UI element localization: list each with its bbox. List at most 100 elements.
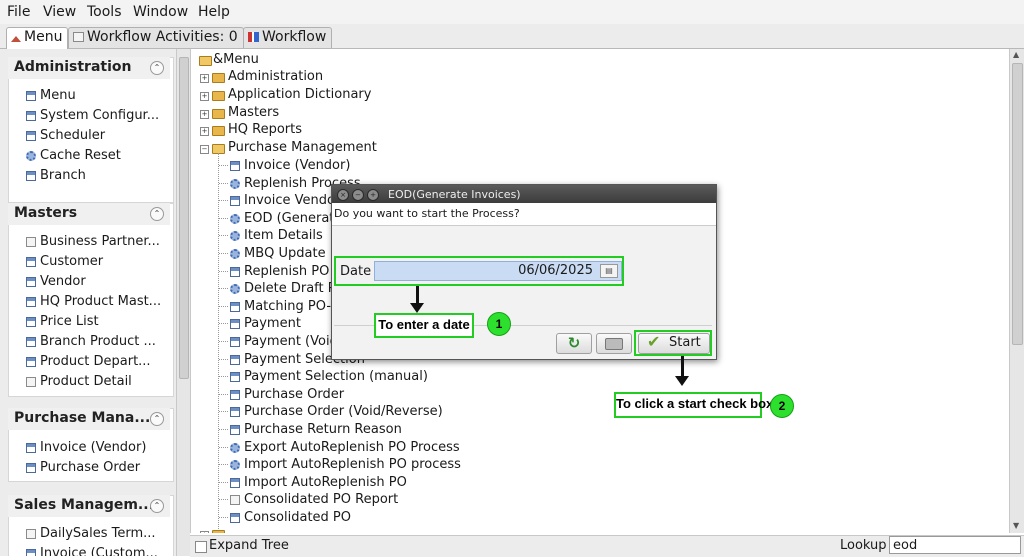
scrollbar-thumb[interactable] [179,57,189,379]
dialog-question: Do you want to start the Process? [334,207,520,220]
tree-item-label: Export AutoReplenish PO Process [244,439,460,455]
tree-guide-line [219,270,228,272]
print-button[interactable] [596,333,632,354]
refresh-icon: ↻ [567,334,581,352]
menu-window[interactable]: Window [133,4,188,20]
menu-bar: File View Tools Window Help [0,0,1024,24]
tree-item-label: Consolidated PO [244,510,351,525]
folder-icon [212,530,225,533]
tab-menu[interactable]: Menu [6,27,69,49]
maximize-icon[interactable]: + [367,189,379,201]
collapse-icon[interactable]: ⌃ [150,61,164,75]
sidebar-scrollbar[interactable] [176,49,190,556]
scroll-down-icon[interactable]: ▼ [1013,521,1019,530]
doc-icon [26,529,36,539]
tree-guide-line [219,323,228,325]
home-icon [11,36,21,42]
section-header-purchase-management[interactable]: Purchase Mana... ⌃ [8,408,170,430]
tree-guide-line [219,446,228,448]
tree-item-label: MBQ Update F [244,246,338,261]
tree-guide-line [219,165,228,166]
window-icon [230,425,240,435]
expand-tree-checkbox[interactable] [195,541,207,553]
tree-scrollbar[interactable]: ▲ ▼ [1009,49,1024,533]
scroll-up-icon[interactable]: ▲ [1013,50,1019,59]
tree-item-label: Payment [244,316,301,332]
refresh-button[interactable]: ↻ [556,333,592,354]
expand-icon[interactable]: + [200,74,209,83]
scrollbar-thumb[interactable] [1012,63,1023,345]
tree-item-label: EOD (Generate [244,210,343,226]
menu-help[interactable]: Help [198,4,230,20]
tree-guide-line [219,429,228,430]
expand-tree-label: Expand Tree [209,538,289,553]
window-icon [26,257,36,267]
gear-icon [230,249,240,259]
tree-guide-line [219,200,228,202]
left-panel: Administration ⌃ Menu System Configur...… [0,49,190,556]
close-icon[interactable]: × [337,189,349,201]
tree-item-label: Consolidated PO Report [244,492,399,508]
tab-strip: Menu Workflow Activities: 0 Workflow [0,24,1024,49]
window-icon [230,372,240,383]
window-icon [26,357,36,367]
gear-icon [230,213,240,224]
section-header-administration[interactable]: Administration ⌃ [8,57,170,79]
menu-tools[interactable]: Tools [87,4,122,20]
tree-item-label: Delete Draft P [244,281,336,297]
window-icon [26,91,36,101]
tree-guide-line [219,235,228,237]
section-header-masters[interactable]: Masters ⌃ [8,203,170,225]
minimize-icon[interactable]: − [352,189,364,201]
gear-icon [230,284,240,295]
tab-workflow[interactable]: Workflow [243,27,333,48]
tree-item-label: Item Details [244,228,323,244]
gear-icon [230,460,240,471]
window-icon [230,161,240,171]
window-icon [230,319,240,330]
doc-icon [73,32,84,42]
lookup-input[interactable]: eod [889,536,1021,554]
expand-icon[interactable]: + [200,110,209,119]
section-title: Purchase Mana... [14,410,151,426]
doc-icon [230,495,240,506]
tree-item-label: Matching PO-I [244,298,335,314]
tree-guide-line [218,153,220,533]
expand-icon: + [200,531,209,533]
section-title: Masters [14,205,78,221]
doc-icon [26,377,36,387]
expand-icon[interactable]: + [200,127,209,136]
expand-icon[interactable]: + [200,92,209,101]
dialog-title: EOD(Generate Invoices) [388,188,521,201]
bottom-bar: Expand Tree Lookup eod [190,535,1024,557]
tree-guide-line [219,341,228,342]
folder-icon [212,126,225,136]
collapse-icon[interactable]: ⌃ [150,412,164,426]
folder-icon [212,73,225,83]
window-icon [230,354,240,365]
section-title: Administration [14,59,132,75]
doc-icon [26,237,36,247]
menu-file[interactable]: File [7,4,30,20]
section-header-sales-management[interactable]: Sales Managem... ⌃ [8,495,170,517]
tab-workflow-activities[interactable]: Workflow Activities: 0 [68,27,244,48]
collapse-icon[interactable]: − [200,145,209,154]
start-highlight [634,330,712,356]
tree-item-label: Replenish PO [244,263,330,279]
menu-view[interactable]: View [43,4,76,20]
folder-icon [212,109,225,119]
tree-guide-line [219,305,228,307]
gear-icon [230,178,240,189]
tree-item-label: Purchase Order (Void/Reverse) [244,404,443,420]
window-icon [26,337,36,347]
window-icon [26,171,36,181]
dialog-titlebar[interactable]: × − + EOD(Generate Invoices) [332,185,716,203]
tree-item-label: Purchase Order [244,386,345,402]
tree-guide-line [219,217,228,219]
collapse-icon[interactable]: ⌃ [150,499,164,513]
window-icon [26,297,36,307]
collapse-icon[interactable]: ⌃ [150,207,164,221]
tree-guide-line [219,358,228,360]
dialog-message-area: Do you want to start the Process? [332,203,716,226]
tree-guide-line [219,517,228,518]
